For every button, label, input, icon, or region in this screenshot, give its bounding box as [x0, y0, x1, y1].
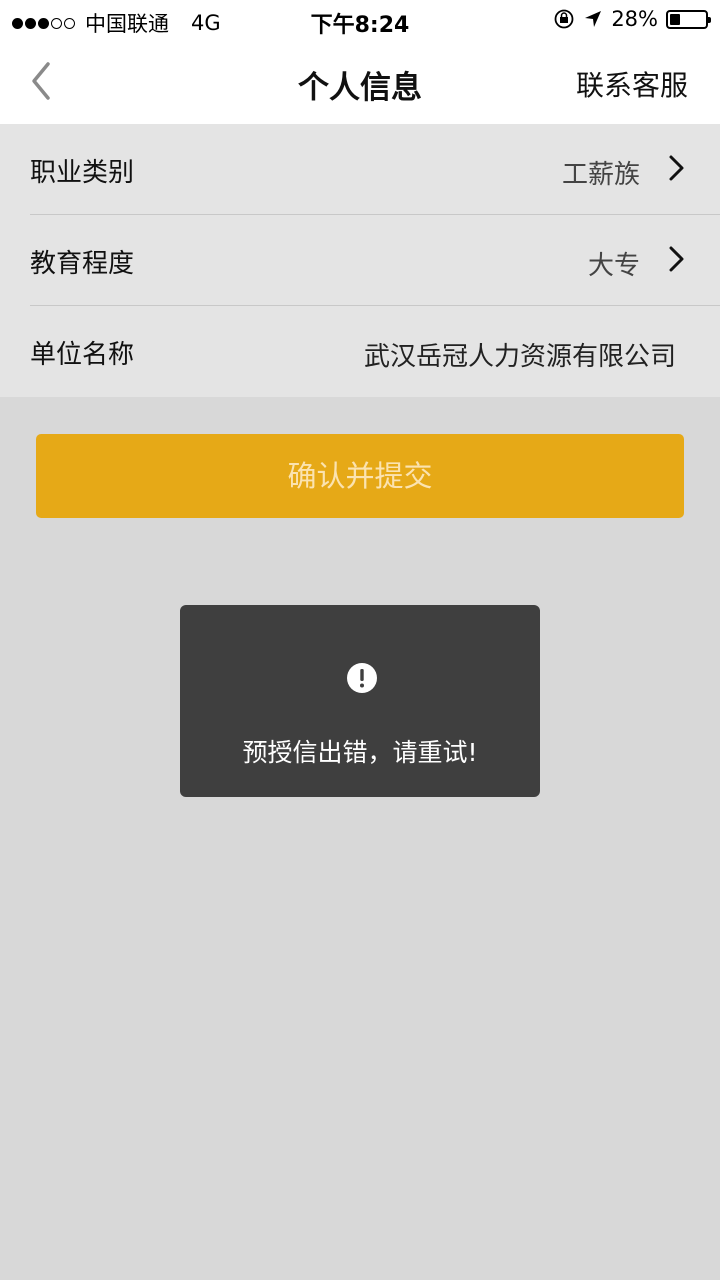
toast-message: 预授信出错，请重试! [242, 738, 478, 767]
location-arrow-icon [585, 11, 602, 27]
chevron-right-icon [669, 246, 684, 272]
navigation-bar: 个人信息 联系客服 [0, 40, 720, 124]
row-value: 大专 [587, 251, 640, 281]
info-form: 职业类别 工薪族 教育程度 大专 单位名称 武汉岳冠人力资源有限公司 [0, 124, 720, 397]
row-label: 单位名称 [30, 340, 135, 370]
rotation-lock-icon [554, 9, 574, 29]
status-right: 28% [545, 7, 711, 31]
contact-service-button[interactable]: 联系客服 [576, 64, 688, 104]
error-toast: 预授信出错，请重试! [180, 605, 540, 797]
battery-percent: 28% [611, 7, 658, 31]
row-label: 教育程度 [30, 249, 135, 279]
status-bar: 中国联通 4G 下午8:24 28% [0, 0, 720, 40]
exclamation-icon [347, 663, 377, 693]
row-value: 工薪族 [561, 160, 640, 190]
confirm-submit-button[interactable]: 确认并提交 [36, 434, 684, 518]
battery-icon [666, 9, 711, 29]
chevron-right-icon [669, 155, 684, 181]
form-row-education[interactable]: 教育程度 大专 [30, 215, 720, 306]
row-label: 职业类别 [30, 158, 135, 188]
form-row-occupation[interactable]: 职业类别 工薪族 [30, 124, 720, 215]
row-value: 武汉岳冠人力资源有限公司 [363, 342, 676, 372]
form-row-company[interactable]: 单位名称 武汉岳冠人力资源有限公司 [30, 306, 720, 397]
